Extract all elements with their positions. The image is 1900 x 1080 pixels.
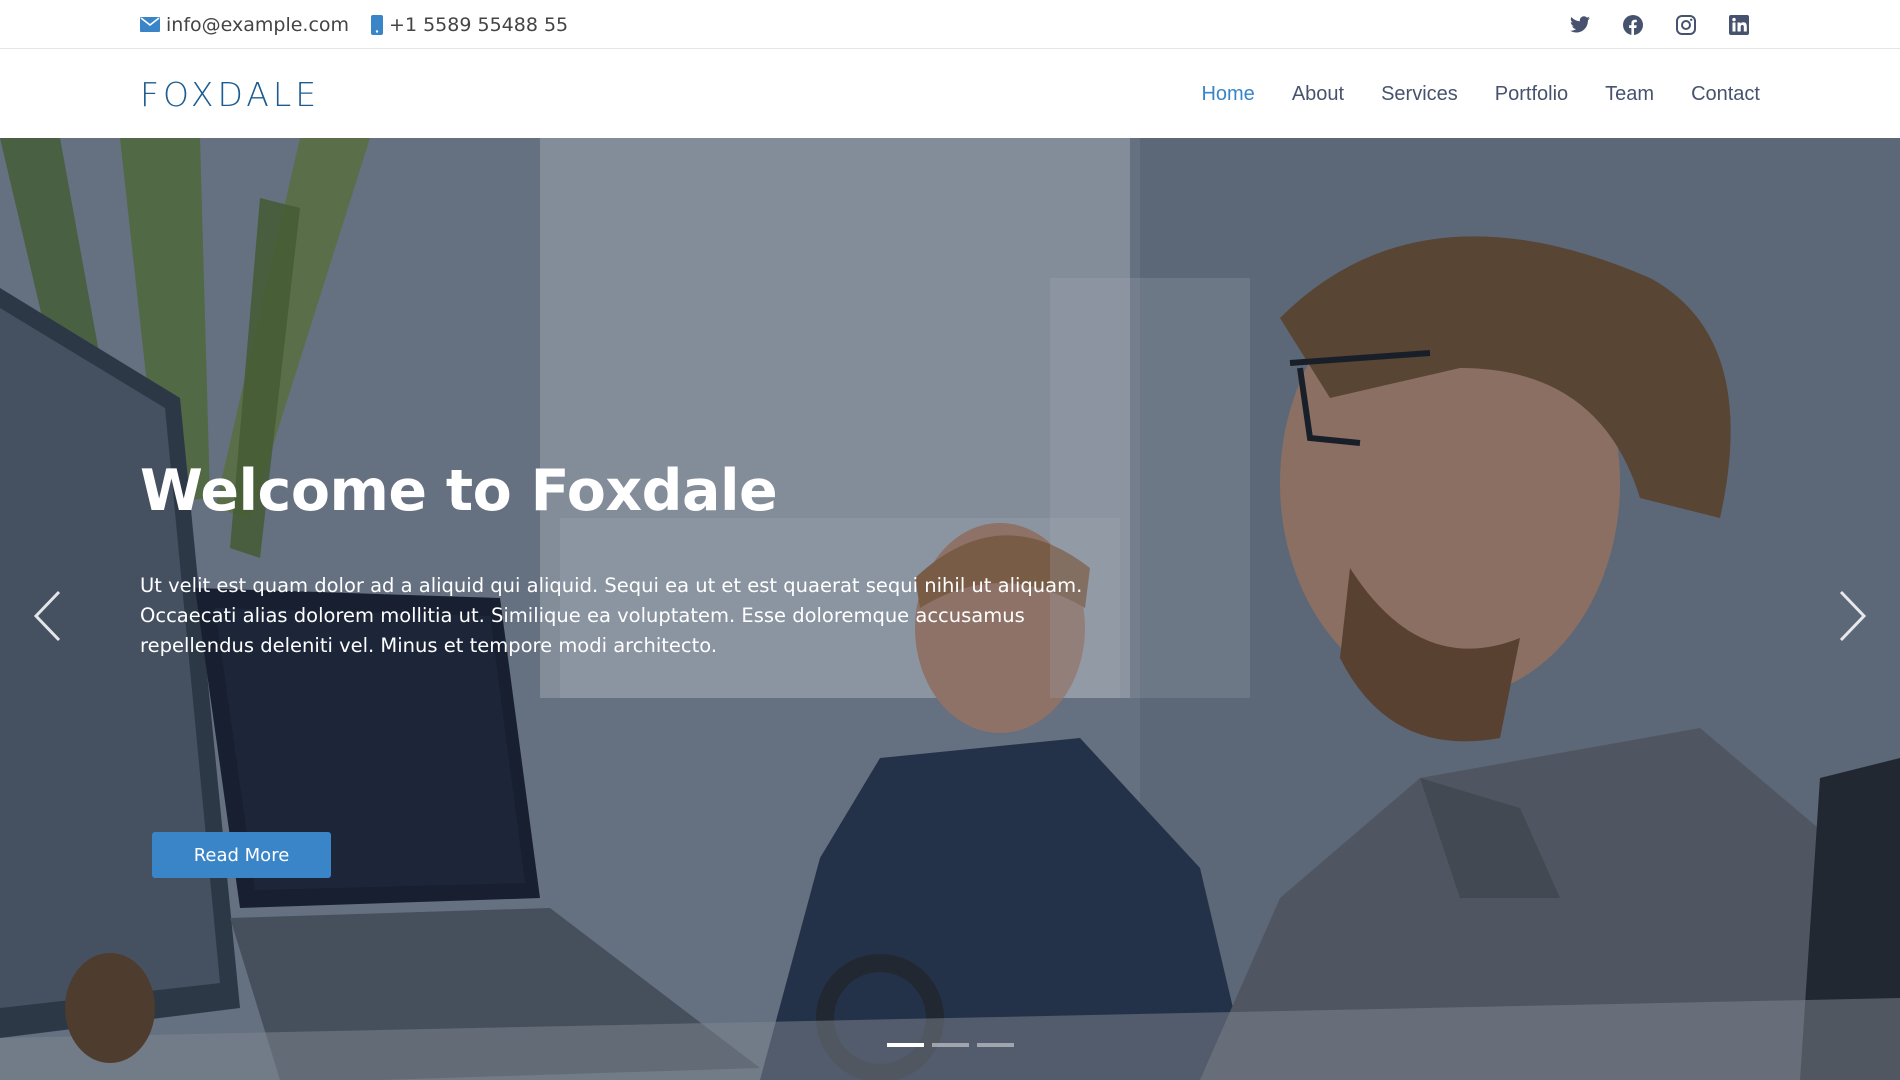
instagram-link[interactable]	[1675, 14, 1697, 36]
read-more-button[interactable]: Read More	[152, 832, 331, 878]
chevron-right-icon	[1839, 590, 1867, 642]
nav-services[interactable]: Services	[1381, 83, 1458, 106]
twitter-icon	[1570, 16, 1590, 33]
linkedin-icon	[1729, 14, 1749, 35]
nav-about[interactable]: About	[1292, 83, 1344, 106]
carousel-indicator-3[interactable]	[977, 1043, 1014, 1047]
social-links	[1569, 0, 1750, 49]
linkedin-link[interactable]	[1728, 14, 1750, 36]
chevron-left-icon	[33, 590, 61, 642]
facebook-link[interactable]	[1622, 14, 1644, 36]
phone-contact[interactable]: +1 5589 55488 55	[371, 14, 568, 36]
carousel-indicator-2[interactable]	[932, 1043, 969, 1047]
top-bar: info@example.com +1 5589 55488 55	[0, 0, 1900, 49]
hero-carousel: Welcome to Foxdale Ut velit est quam dol…	[0, 138, 1900, 1080]
contact-info: info@example.com +1 5589 55488 55	[140, 0, 568, 49]
nav-portfolio[interactable]: Portfolio	[1495, 83, 1568, 106]
carousel-indicator-1[interactable]	[887, 1043, 924, 1047]
email-text[interactable]: info@example.com	[166, 14, 349, 36]
facebook-icon	[1623, 14, 1643, 35]
twitter-link[interactable]	[1569, 14, 1591, 36]
main-header: FOXDALE Home About Services Portfolio Te…	[0, 50, 1900, 138]
phone-text[interactable]: +1 5589 55488 55	[389, 14, 568, 36]
email-contact[interactable]: info@example.com	[140, 14, 349, 36]
hero-description: Ut velit est quam dolor ad a aliquid qui…	[140, 573, 1083, 657]
carousel-indicators	[887, 1043, 1014, 1047]
nav-contact[interactable]: Contact	[1691, 83, 1760, 106]
carousel-next-button[interactable]	[1828, 581, 1878, 651]
hero-title: Welcome to Foxdale	[140, 458, 778, 524]
instagram-icon	[1676, 14, 1696, 35]
site-logo[interactable]: FOXDALE	[140, 50, 320, 138]
nav-team[interactable]: Team	[1605, 83, 1654, 106]
envelope-icon	[140, 17, 160, 32]
mobile-phone-icon	[371, 14, 384, 35]
nav-home[interactable]: Home	[1201, 83, 1254, 106]
hero-content: Welcome to Foxdale Ut velit est quam dol…	[140, 458, 1140, 878]
carousel-prev-button[interactable]	[22, 581, 72, 651]
main-nav: Home About Services Portfolio Team Conta…	[1201, 50, 1760, 138]
